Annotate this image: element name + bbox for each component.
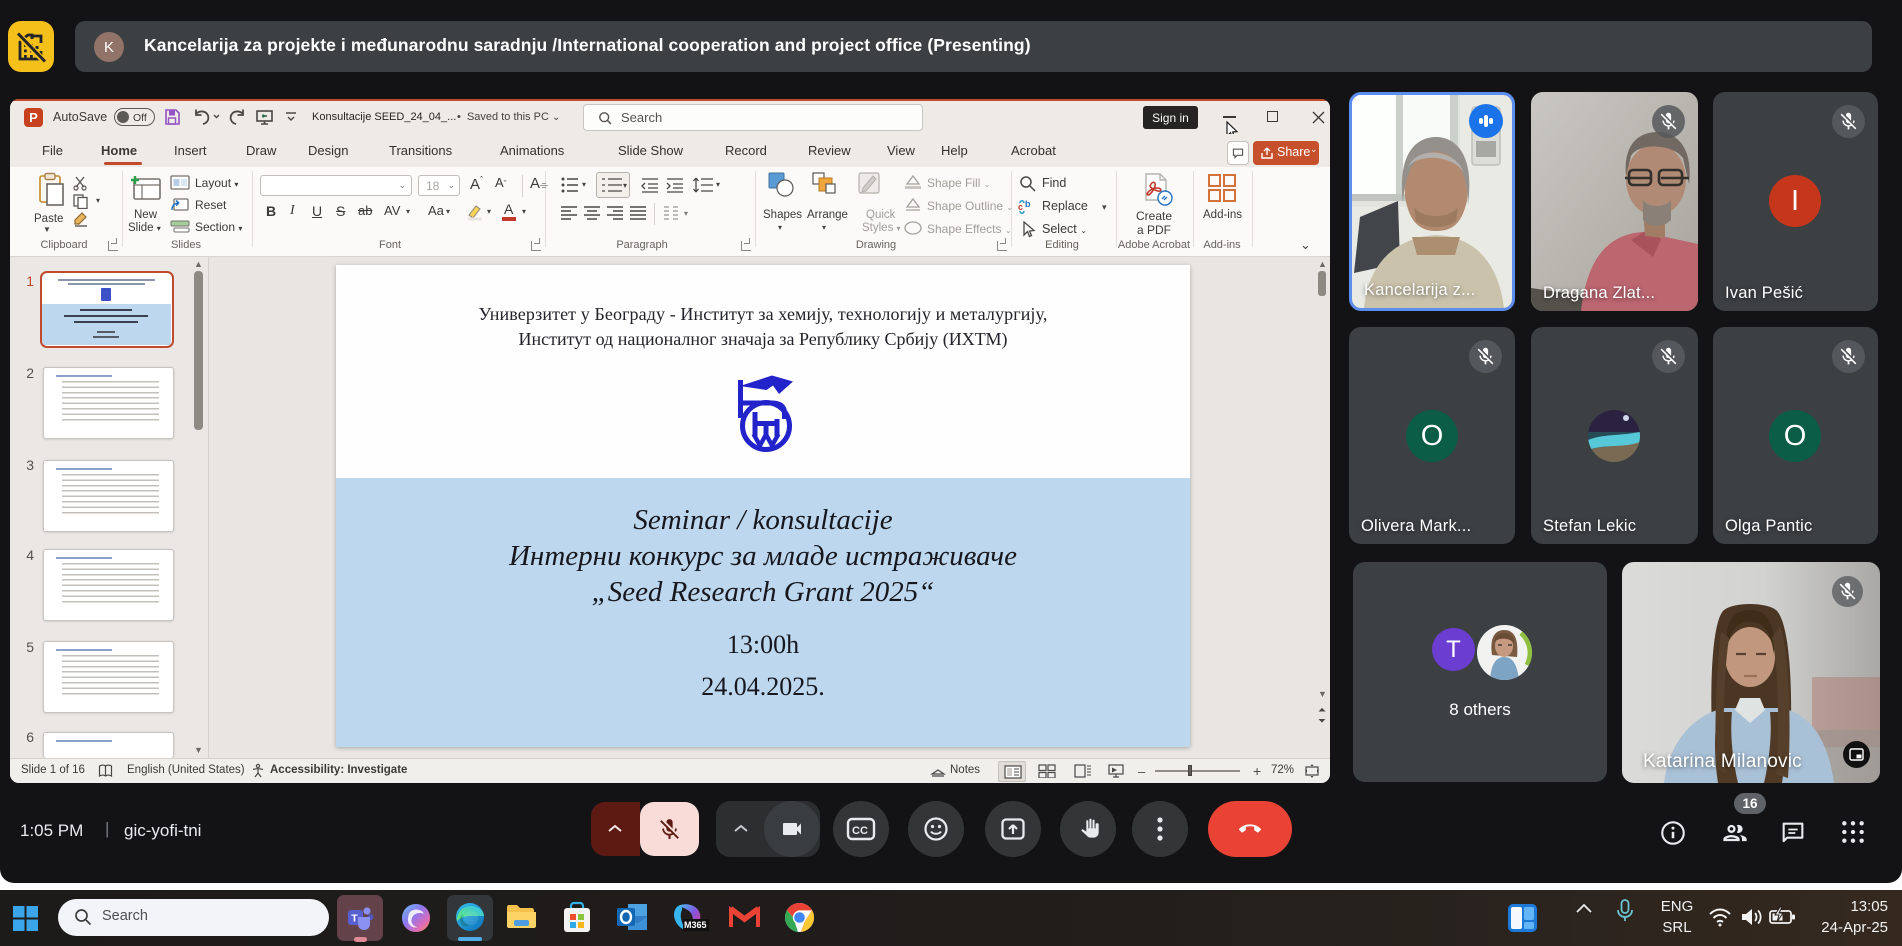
svg-text:c: c [1018, 202, 1023, 212]
svg-text:CC: CC [852, 825, 868, 837]
svg-text:T: T [351, 913, 358, 925]
svg-text:b: b [1025, 199, 1031, 209]
